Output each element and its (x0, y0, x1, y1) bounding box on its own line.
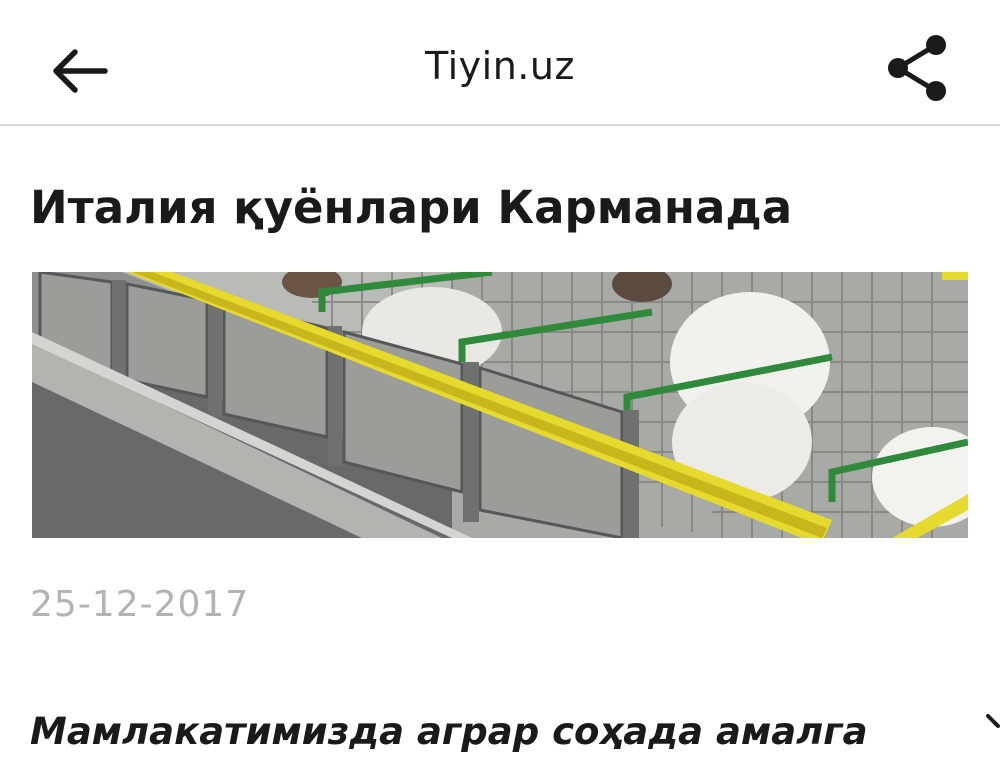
article-date: 25-12-2017 (30, 584, 250, 625)
app-bar: Tiyin.uz (0, 0, 1000, 126)
chevron-icon (986, 714, 1000, 728)
share-button[interactable] (872, 28, 962, 108)
share-icon (888, 35, 946, 101)
app-title: Tiyin.uz (425, 44, 575, 88)
article-image[interactable] (32, 272, 968, 538)
article-title: Италия қуёнлари Карманада (30, 181, 793, 234)
article-lead: Мамлакатимизда аграр соҳада амалга (30, 710, 868, 753)
